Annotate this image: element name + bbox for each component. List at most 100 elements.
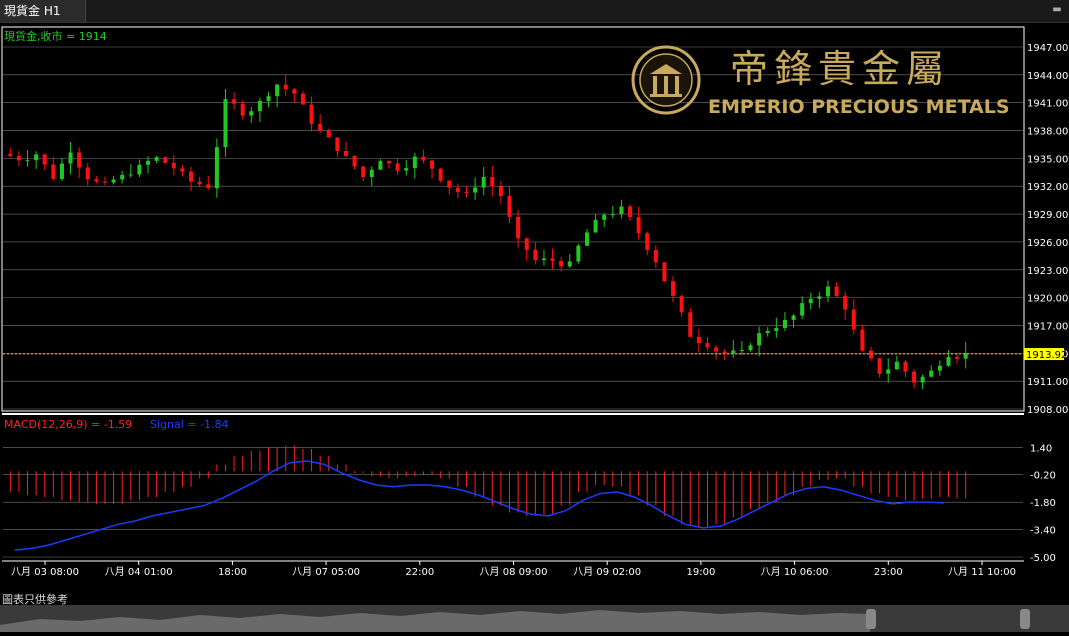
candle-body [628, 206, 633, 218]
price-tick-label: 1920.00 [1027, 294, 1068, 305]
candle-body [619, 206, 624, 215]
candle-body [455, 187, 460, 193]
candle-body [550, 258, 555, 261]
time-tick-label: 八月 04 01:00 [105, 566, 173, 578]
price-tick-label: 1908.00 [1027, 405, 1068, 416]
window-menu-icon[interactable]: ▬ [1051, 4, 1063, 16]
candle-body [524, 238, 529, 250]
candle-body [507, 196, 512, 217]
candle-body [111, 179, 116, 183]
candle-body [25, 160, 30, 162]
candle-body [464, 192, 469, 194]
candle-body [120, 174, 125, 180]
price-tick-label: 1923.00 [1027, 266, 1068, 277]
scroll-handle-right[interactable] [1020, 609, 1030, 629]
candle-body [326, 130, 331, 138]
current-price-label: 1913.92 [1026, 350, 1067, 361]
brand-logo [631, 45, 701, 115]
candle-body [645, 233, 650, 250]
candle-body [77, 152, 82, 168]
candle-body [688, 312, 693, 337]
candle-body [584, 232, 589, 246]
candle-body [404, 168, 409, 171]
signal-line [14, 460, 945, 551]
candle-body [714, 347, 719, 352]
candle-body [343, 150, 348, 156]
candle-body [886, 369, 891, 374]
candle-body [206, 184, 211, 189]
candle-body [283, 84, 288, 90]
candle-body [146, 160, 151, 165]
scroll-handle-left[interactable] [866, 609, 876, 629]
candle-body [318, 123, 323, 131]
candle-body [559, 260, 564, 267]
candle-body [240, 103, 245, 116]
candle-body [335, 137, 340, 151]
macd-tick-label: -5.00 [1030, 553, 1056, 564]
candle-body [894, 361, 899, 370]
candle-body [671, 281, 676, 296]
candle-body [481, 176, 486, 188]
candle-body [825, 286, 830, 297]
time-tick-label: 八月 10 06:00 [761, 566, 829, 578]
time-tick-label: 八月 07 05:00 [292, 566, 360, 578]
candle-body [533, 249, 538, 261]
candle-body [369, 169, 374, 178]
candle-body [94, 179, 99, 182]
candle-body [421, 156, 426, 161]
candle-body [765, 330, 770, 334]
candle-body [257, 100, 262, 112]
logo-chinese-text: 帝鋒貴金屬 [730, 47, 950, 91]
candle-body [447, 180, 452, 188]
candle-body [232, 99, 237, 104]
candle-body [361, 166, 366, 178]
candle-body [34, 154, 39, 161]
price-tick-label: 1926.00 [1027, 238, 1068, 249]
candle-body [51, 164, 56, 179]
candle-body [352, 155, 357, 167]
candle-body [266, 96, 271, 101]
candle-body [516, 216, 521, 239]
price-pane-label: 現貨金,收市 = 1914 [4, 29, 107, 43]
candle-body [834, 286, 839, 296]
candle-body [300, 93, 305, 105]
candle-body [722, 351, 727, 354]
macd-tick-label: -3.40 [1030, 526, 1056, 537]
candle-body [860, 329, 865, 351]
candle-body [576, 245, 581, 262]
price-tick-label: 1935.00 [1027, 154, 1068, 165]
candle-body [85, 167, 90, 180]
candle-body [808, 298, 813, 304]
candle-body [696, 336, 701, 344]
time-tick-label: 19:00 [686, 567, 715, 578]
macd-tick-label: 1.40 [1030, 443, 1052, 454]
candle-body [249, 111, 254, 116]
candle-body [877, 358, 882, 374]
time-tick-label: 23:00 [874, 567, 903, 578]
candle-body [16, 156, 21, 161]
candle-body [817, 296, 822, 299]
candle-body [679, 295, 684, 313]
candle-body [214, 147, 219, 189]
price-tick-label: 1941.00 [1027, 99, 1068, 110]
candle-body [292, 89, 297, 94]
price-tick-label: 1944.00 [1027, 71, 1068, 82]
chart-tab[interactable]: 現貨金 H1 [0, 0, 86, 22]
candle-body [68, 152, 73, 164]
candle-body [955, 356, 960, 359]
candle-body [197, 181, 202, 185]
price-tick-label: 1932.00 [1027, 182, 1068, 193]
candle-body [739, 349, 744, 351]
candle-body [42, 154, 47, 165]
chart-scrollbar[interactable] [0, 605, 1069, 632]
candle-body [473, 187, 478, 193]
candle-body [102, 181, 107, 183]
candle-body [757, 333, 762, 346]
candle-body [378, 161, 383, 170]
candle-body [937, 365, 942, 371]
candle-body [128, 174, 133, 176]
candle-body [59, 163, 64, 179]
candle-body [412, 156, 417, 169]
candle-body [275, 84, 280, 97]
candle-body [636, 217, 641, 234]
